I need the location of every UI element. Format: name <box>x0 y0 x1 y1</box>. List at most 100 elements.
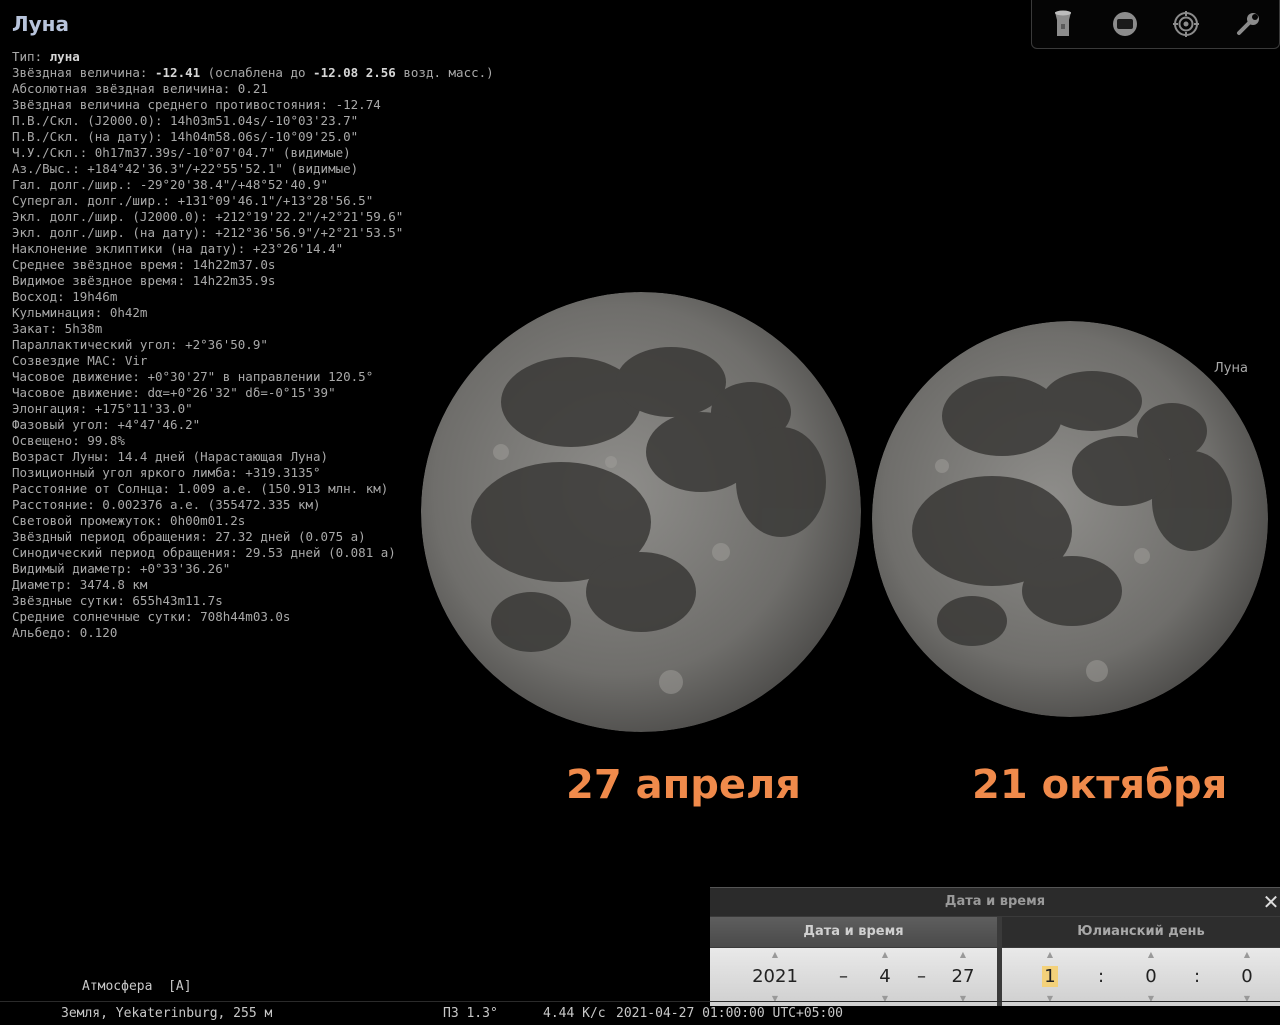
info-text: Кульминация: 0h42m <box>12 305 148 320</box>
info-text: Параллактический угол: +2°36'50.9" <box>12 337 268 352</box>
month-spinner[interactable]: ▲ 4 ▼ <box>874 948 896 1006</box>
minute-value[interactable]: 0 <box>1136 966 1166 988</box>
second-value[interactable]: 0 <box>1232 966 1262 988</box>
info-text: Расстояние: 0.002376 а.е. (355472.335 км… <box>12 497 321 512</box>
day-spinner[interactable]: ▲ 27 ▼ <box>950 948 976 1006</box>
info-line: Звёздная величина среднего противостояни… <box>12 97 494 113</box>
date-label-october: 21 октября <box>972 762 1228 808</box>
info-line: Кульминация: 0h42m <box>12 305 494 321</box>
time-separator: : <box>1194 966 1201 987</box>
info-value: -12.08 2.56 <box>313 65 396 80</box>
info-value: луна <box>49 49 80 64</box>
minute-spinner[interactable]: ▲ 0 ▼ <box>1136 948 1166 1006</box>
datetime-text[interactable]: 2021-04-27 01:00:00 UTC+05:00 <box>616 1006 843 1021</box>
flashlight-icon[interactable] <box>1048 9 1078 39</box>
info-line: Возраст Луны: 14.4 дней (Нарастающая Лун… <box>12 449 494 465</box>
info-line: Экл. долг./шир. (на дату): +212°36'56.9"… <box>12 225 494 241</box>
date-separator: – <box>917 966 926 987</box>
year-value[interactable]: 2021 <box>750 966 800 988</box>
moon-image-october <box>872 321 1268 717</box>
tab-datetime[interactable]: Дата и время <box>710 917 997 947</box>
info-line: Супергал. долг./шир.: +131°09'46.1"/+13°… <box>12 193 494 209</box>
info-text: Тип: <box>12 49 50 64</box>
info-line: Видимый диаметр: +0°33'36.26" <box>12 561 494 577</box>
info-line: Аз./Выс.: +184°42'36.3"/+22°55'52.1" (ви… <box>12 161 494 177</box>
info-text: Часовое движение: dα=+0°26'32" dδ=-0°15'… <box>12 385 336 400</box>
info-text: Супергал. долг./шир.: +131°09'46.1"/+13°… <box>12 193 374 208</box>
screen-icon[interactable] <box>1110 9 1140 39</box>
info-line: П.В./Скл. (J2000.0): 14h03m51.04s/-10°03… <box>12 113 494 129</box>
info-text: Звёздные сутки: 655h43m11.7s <box>12 593 223 608</box>
second-up-icon[interactable]: ▲ <box>1232 950 1262 960</box>
info-text: Средние солнечные сутки: 708h44m03.0s <box>12 609 291 624</box>
info-text: П.В./Скл. (J2000.0): 14h03m51.04s/-10°03… <box>12 113 359 128</box>
info-line: Ч.У./Скл.: 0h17m37.39s/-10°07'04.7" (вид… <box>12 145 494 161</box>
info-text: Фазовый угол: +4°47'46.2" <box>12 417 201 432</box>
wrench-icon[interactable] <box>1233 9 1263 39</box>
info-text: Экл. долг./шир. (J2000.0): +212°19'22.2"… <box>12 209 404 224</box>
target-icon[interactable] <box>1171 9 1201 39</box>
info-text: Звёздная величина: <box>12 65 155 80</box>
year-spinner[interactable]: ▲ 2021 ▼ <box>750 948 800 1006</box>
info-text: (ослаблена до <box>200 65 314 80</box>
info-line: Закат: 5h38m <box>12 321 494 337</box>
info-text: Элонгация: +175°11'33.0" <box>12 401 193 416</box>
info-line: Восход: 19h46m <box>12 289 494 305</box>
moon-sky-label: Луна <box>1214 361 1248 376</box>
info-text: Диаметр: 3474.8 км <box>12 577 148 592</box>
year-up-icon[interactable]: ▲ <box>750 950 800 960</box>
minute-up-icon[interactable]: ▲ <box>1136 950 1166 960</box>
top-right-toolbar <box>1031 0 1280 49</box>
hour-value-text[interactable]: 1 <box>1042 966 1058 987</box>
info-line: Экл. долг./шир. (J2000.0): +212°19'22.2"… <box>12 209 494 225</box>
date-panel: ▲ 2021 ▼ – ▲ 4 ▼ – ▲ 27 ▼ <box>710 948 997 1006</box>
info-line: Диаметр: 3474.8 км <box>12 577 494 593</box>
info-text: Звёздный период обращения: 27.32 дней (0… <box>12 529 366 544</box>
info-text: Видимое звёздное время: 14h22m35.9s <box>12 273 276 288</box>
info-line: Часовое движение: dα=+0°26'32" dδ=-0°15'… <box>12 385 494 401</box>
info-line: Освещено: 99.8% <box>12 433 494 449</box>
info-line: Видимое звёздное время: 14h22m35.9s <box>12 273 494 289</box>
info-text: возд. масс.) <box>395 65 494 80</box>
info-text: Часовое движение: +0°30'27" в направлени… <box>12 369 374 384</box>
month-value[interactable]: 4 <box>874 966 896 988</box>
object-info-panel: Тип: луна Звёздная величина: -12.41 (осла… <box>12 49 494 641</box>
hour-up-icon[interactable]: ▲ <box>1038 950 1062 960</box>
info-value: -12.41 <box>155 65 201 80</box>
info-line: Элонгация: +175°11'33.0" <box>12 401 494 417</box>
info-text: Видимый диаметр: +0°33'36.26" <box>12 561 231 576</box>
info-text: Расстояние от Солнца: 1.009 а.е. (150.91… <box>12 481 389 496</box>
fov-text: ПЗ 1.3° <box>443 1006 498 1021</box>
month-up-icon[interactable]: ▲ <box>874 950 896 960</box>
atmosphere-toggle-label[interactable]: Атмосфера [A] <box>82 979 192 994</box>
info-text: П.В./Скл. (на дату): 14h04m58.06s/-10°09… <box>12 129 359 144</box>
dialog-header: Дата и время ✕ <box>710 888 1280 916</box>
info-text: Возраст Луны: 14.4 дней (Нарастающая Лун… <box>12 449 329 464</box>
info-line: Звёздная величина: -12.41 (ослаблена до … <box>12 65 494 81</box>
hour-value[interactable]: 1 <box>1038 966 1062 988</box>
info-text: Закат: 5h38m <box>12 321 103 336</box>
info-text: Наклонение эклиптики (на дату): +23°26'1… <box>12 241 344 256</box>
info-text: Альбедо: 0.120 <box>12 625 118 640</box>
second-spinner[interactable]: ▲ 0 ▼ <box>1232 948 1262 1006</box>
time-separator: : <box>1098 966 1105 987</box>
info-text: Экл. долг./шир. (на дату): +212°36'56.9"… <box>12 225 404 240</box>
info-line: Фазовый угол: +4°47'46.2" <box>12 417 494 433</box>
date-label-april: 27 апреля <box>566 762 801 808</box>
info-line: Синодический период обращения: 29.53 дне… <box>12 545 494 561</box>
info-text: Аз./Выс.: +184°42'36.3"/+22°55'52.1" (ви… <box>12 161 359 176</box>
info-text: Гал. долг./шир.: -29°20'38.4"/+48°52'40.… <box>12 177 329 192</box>
info-line: Звёздные сутки: 655h43m11.7s <box>12 593 494 609</box>
info-text: Синодический период обращения: 29.53 дне… <box>12 545 396 560</box>
tab-julian-day[interactable]: Юлианский день <box>1002 917 1280 947</box>
hour-spinner[interactable]: ▲ 1 ▼ <box>1038 948 1062 1006</box>
info-line: П.В./Скл. (на дату): 14h04m58.06s/-10°09… <box>12 129 494 145</box>
day-value[interactable]: 27 <box>950 966 976 988</box>
info-text: Среднее звёздное время: 14h22m37.0s <box>12 257 276 272</box>
location-text[interactable]: Земля, Yekaterinburg, 255 м <box>61 1006 272 1021</box>
info-text: Звёздная величина среднего противостояни… <box>12 97 381 112</box>
day-up-icon[interactable]: ▲ <box>950 950 976 960</box>
info-text: Абсолютная звёздная величина: 0.21 <box>12 81 268 96</box>
info-line: Альбедо: 0.120 <box>12 625 494 641</box>
close-icon[interactable]: ✕ <box>1262 888 1280 916</box>
